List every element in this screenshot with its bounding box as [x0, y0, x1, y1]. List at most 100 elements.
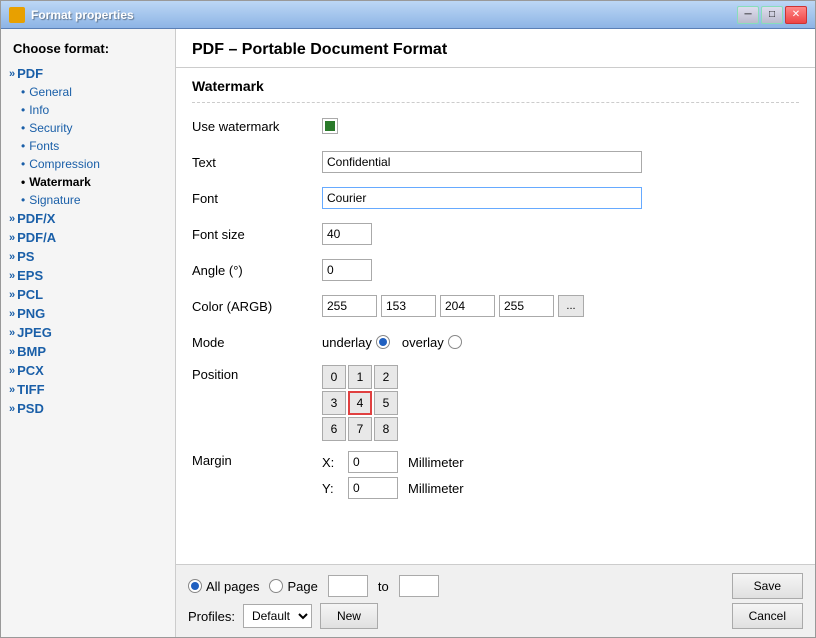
margin-x-unit: Millimeter — [408, 455, 464, 470]
angle-row: Angle (°) — [192, 257, 799, 283]
font-size-input[interactable] — [322, 223, 372, 245]
position-row: Position 0 1 2 3 4 5 6 7 8 — [192, 365, 799, 441]
sidebar-group-jpeg[interactable]: » JPEG — [1, 323, 175, 342]
all-pages-label: All pages — [206, 579, 259, 594]
mode-overlay-option[interactable]: overlay — [402, 335, 462, 350]
arrow-icon-jpeg: » — [9, 327, 15, 339]
sidebar-group-tiff[interactable]: » TIFF — [1, 380, 175, 399]
font-input[interactable] — [322, 187, 642, 209]
all-pages-option[interactable]: All pages — [188, 579, 259, 594]
pos-btn-5[interactable]: 5 — [374, 391, 398, 415]
margin-label: Margin — [192, 451, 322, 468]
sidebar-group-eps[interactable]: » EPS — [1, 266, 175, 285]
profiles-select[interactable]: Default — [243, 604, 312, 628]
margin-row: Margin X: Millimeter Y: Millimeter — [192, 451, 799, 499]
sidebar-group-pdf-label: PDF — [17, 66, 43, 81]
profiles-label: Profiles: — [188, 609, 235, 624]
sidebar-item-watermark-label: Watermark — [29, 175, 91, 189]
use-watermark-label: Use watermark — [192, 119, 322, 134]
sidebar-item-general[interactable]: • General — [1, 83, 175, 101]
page-range-radio[interactable] — [269, 579, 283, 593]
angle-input[interactable] — [322, 259, 372, 281]
title-bar-buttons: ─ □ ✕ — [737, 6, 807, 24]
arrow-icon-eps: » — [9, 270, 15, 282]
close-button[interactable]: ✕ — [785, 6, 807, 24]
sidebar: Choose format: » PDF • General • Info • … — [1, 29, 176, 637]
overlay-radio[interactable] — [448, 335, 462, 349]
sidebar-item-watermark[interactable]: • Watermark — [1, 173, 175, 191]
arrow-icon-tiff: » — [9, 384, 15, 396]
color-b-input[interactable] — [499, 295, 554, 317]
text-row: Text — [192, 149, 799, 175]
page-label: Page — [287, 579, 317, 594]
position-control: 0 1 2 3 4 5 6 7 8 — [322, 365, 398, 441]
arrow-icon-ps: » — [9, 251, 15, 263]
window-title: Format properties — [31, 8, 737, 22]
margin-y-row: Y: Millimeter — [322, 477, 464, 499]
arrow-icon-pdfx: » — [9, 213, 15, 225]
cancel-button[interactable]: Cancel — [732, 603, 803, 629]
font-row: Font — [192, 185, 799, 211]
margin-control: X: Millimeter Y: Millimeter — [322, 451, 464, 499]
pos-btn-8[interactable]: 8 — [374, 417, 398, 441]
window: Format properties ─ □ ✕ Choose format: »… — [0, 0, 816, 638]
arrow-icon: » — [9, 68, 15, 80]
margin-y-input[interactable] — [348, 477, 398, 499]
font-label: Font — [192, 191, 322, 206]
color-picker-button[interactable]: ... — [558, 295, 584, 317]
sidebar-group-pdf[interactable]: » PDF — [1, 64, 175, 83]
pos-btn-7[interactable]: 7 — [348, 417, 372, 441]
minimize-button[interactable]: ─ — [737, 6, 759, 24]
main-content: Watermark Use watermark Text — [176, 68, 815, 564]
sidebar-group-pdfx[interactable]: » PDF/X — [1, 209, 175, 228]
sidebar-group-png[interactable]: » PNG — [1, 304, 175, 323]
sidebar-group-bmp[interactable]: » BMP — [1, 342, 175, 361]
sidebar-group-psd[interactable]: » PSD — [1, 399, 175, 418]
mode-row: Mode underlay overlay — [192, 329, 799, 355]
sidebar-group-pcx[interactable]: » PCX — [1, 361, 175, 380]
pos-btn-6[interactable]: 6 — [322, 417, 346, 441]
content-area: Choose format: » PDF • General • Info • … — [1, 29, 815, 637]
use-watermark-checkbox[interactable] — [322, 118, 338, 134]
mode-label: Mode — [192, 335, 322, 350]
page-from-input[interactable] — [328, 575, 368, 597]
margin-y-label: Y: — [322, 481, 342, 496]
margin-y-unit: Millimeter — [408, 481, 464, 496]
maximize-button[interactable]: □ — [761, 6, 783, 24]
sidebar-group-ps[interactable]: » PS — [1, 247, 175, 266]
angle-control — [322, 259, 372, 281]
all-pages-radio[interactable] — [188, 579, 202, 593]
arrow-icon-pcx: » — [9, 365, 15, 377]
main-header: PDF – Portable Document Format — [176, 29, 815, 68]
window-icon — [9, 7, 25, 23]
use-watermark-row: Use watermark — [192, 113, 799, 139]
font-size-row: Font size — [192, 221, 799, 247]
sidebar-item-fonts[interactable]: • Fonts — [1, 137, 175, 155]
mode-underlay-option[interactable]: underlay — [322, 335, 390, 350]
color-r-input[interactable] — [381, 295, 436, 317]
color-a-input[interactable] — [322, 295, 377, 317]
new-button[interactable]: New — [320, 603, 378, 629]
page-range-option[interactable]: Page — [269, 579, 317, 594]
margin-x-input[interactable] — [348, 451, 398, 473]
pages-row: All pages Page to — [188, 575, 708, 597]
font-size-label: Font size — [192, 227, 322, 242]
position-grid: 0 1 2 3 4 5 6 7 8 — [322, 365, 398, 441]
sidebar-item-compression[interactable]: • Compression — [1, 155, 175, 173]
page-to-input[interactable] — [399, 575, 439, 597]
pos-btn-3[interactable]: 3 — [322, 391, 346, 415]
text-input[interactable] — [322, 151, 642, 173]
sidebar-group-pcl[interactable]: » PCL — [1, 285, 175, 304]
sidebar-group-pdfa[interactable]: » PDF/A — [1, 228, 175, 247]
underlay-radio[interactable] — [376, 335, 390, 349]
sidebar-item-security[interactable]: • Security — [1, 119, 175, 137]
pos-btn-1[interactable]: 1 — [348, 365, 372, 389]
pos-btn-4[interactable]: 4 — [348, 391, 372, 415]
sidebar-item-info[interactable]: • Info — [1, 101, 175, 119]
sidebar-item-signature[interactable]: • Signature — [1, 191, 175, 209]
color-g-input[interactable] — [440, 295, 495, 317]
text-control — [322, 151, 642, 173]
pos-btn-2[interactable]: 2 — [374, 365, 398, 389]
save-button[interactable]: Save — [732, 573, 803, 599]
pos-btn-0[interactable]: 0 — [322, 365, 346, 389]
